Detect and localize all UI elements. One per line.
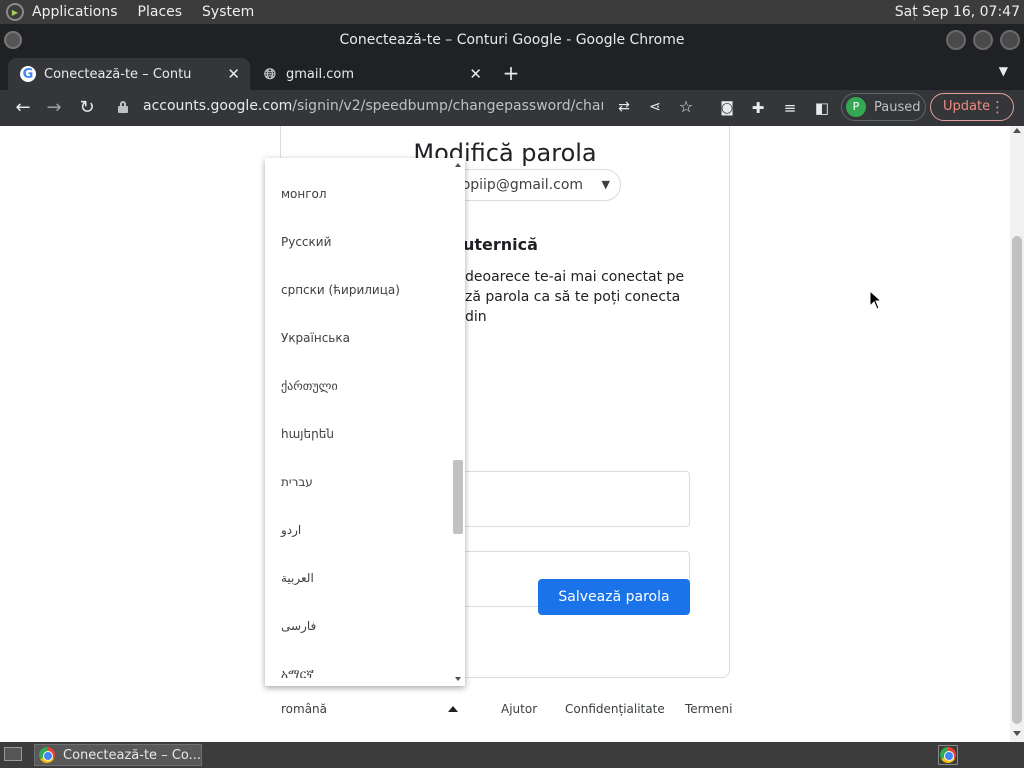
tab-google-signin[interactable]: G Conectează-te – Conturi Google ✕ — [8, 58, 250, 90]
menu-places[interactable]: Places — [138, 4, 183, 20]
close-tab-icon[interactable]: ✕ — [469, 65, 482, 83]
profile-paused-button[interactable]: P Paused — [841, 93, 926, 121]
language-option[interactable]: монгол — [281, 187, 327, 201]
system-panel: ▶ Applications Places System Sat Sep 16,… — [0, 0, 1024, 24]
language-option[interactable]: اردو — [281, 523, 301, 537]
close-tab-icon[interactable]: ✕ — [227, 65, 240, 83]
more-vert-icon[interactable]: ⋮ — [990, 94, 1005, 120]
language-option[interactable]: አማርኛ — [281, 667, 314, 682]
taskbar: Conectează-te – Co... — [0, 742, 1024, 768]
menu-applications[interactable]: Applications — [32, 4, 118, 20]
google-g-icon: G — [20, 66, 36, 82]
bookmark-star-icon[interactable]: ☆ — [674, 95, 698, 119]
profile-status: Paused — [874, 99, 921, 115]
menu-system[interactable]: System — [202, 4, 254, 20]
system-logo-icon[interactable]: ▶ — [6, 3, 24, 21]
browser-toolbar: ← → ↻ accounts.google.com/signin/v2/spee… — [0, 90, 1024, 126]
tab-search-chevron-icon[interactable]: ▼ — [999, 64, 1008, 78]
language-option[interactable]: العربية — [281, 571, 314, 585]
save-password-button[interactable]: Salvează parola — [538, 579, 690, 615]
tab-label: gmail.com — [286, 66, 355, 82]
page-content: Modifică parola copiip@gmail.com ▼ utern… — [0, 126, 1010, 742]
language-option[interactable]: עברית — [281, 475, 313, 489]
close-window-button[interactable] — [1000, 30, 1020, 50]
tab-strip: G Conectează-te – Conturi Google ✕ 🌐︎ gm… — [0, 56, 1024, 90]
page-footer: română Ajutor Confidențialitate Termeni — [0, 700, 1010, 730]
new-tab-button[interactable]: + — [500, 62, 522, 84]
tab-label: Conectează-te – Conturi Google — [44, 66, 192, 82]
side-panel-icon[interactable]: ◧ — [810, 96, 834, 120]
mouse-cursor-icon — [869, 290, 883, 310]
dropdown-scroll-down-icon[interactable] — [455, 677, 461, 681]
maximize-button[interactable] — [973, 30, 993, 50]
media-control-icon[interactable]: ≡ — [778, 96, 802, 120]
dropdown-scroll-thumb[interactable] — [453, 460, 463, 534]
taskbar-window-label: Conectează-te – Co... — [63, 747, 202, 763]
reload-icon[interactable]: ↻ — [75, 96, 99, 120]
language-selector[interactable]: română — [281, 702, 327, 716]
lock-icon[interactable] — [118, 101, 128, 113]
new-password-input[interactable] — [441, 471, 690, 527]
language-option[interactable]: հայերեն — [281, 427, 334, 441]
update-label: Update — [943, 99, 991, 114]
chrome-icon — [39, 747, 55, 763]
puzzle-extensions-icon[interactable]: ✚ — [746, 96, 770, 120]
description-text: deoarece te-ai mai conectat pe ză parola… — [465, 269, 685, 325]
update-button[interactable]: Update ⋮ — [930, 93, 1014, 121]
window-title: Conectează-te – Conturi Google - Google … — [339, 32, 685, 48]
dropdown-scrollbar[interactable] — [451, 158, 465, 686]
window-menu-icon[interactable] — [4, 31, 22, 49]
strength-heading: uternică — [463, 235, 538, 254]
clock[interactable]: Sat Sep 16, 07:47 — [895, 0, 1020, 24]
minimize-button[interactable] — [946, 30, 966, 50]
address-bar[interactable]: accounts.google.com/signin/v2/speedbump/… — [108, 93, 708, 123]
chevron-down-icon: ▼ — [601, 178, 610, 191]
avatar: P — [846, 97, 866, 117]
language-dropdown[interactable]: монгол Русский српски (ћирилица) Українс… — [265, 158, 465, 686]
page-scrollbar[interactable] — [1010, 126, 1024, 742]
scroll-down-icon[interactable] — [1013, 731, 1021, 736]
back-arrow-icon[interactable]: ← — [11, 96, 35, 120]
account-chip[interactable]: copiip@gmail.com ▼ — [441, 169, 621, 201]
scroll-thumb[interactable] — [1012, 236, 1022, 724]
language-option[interactable]: Українська — [281, 331, 350, 345]
terms-link[interactable]: Termeni — [685, 702, 732, 716]
account-email: copiip@gmail.com — [454, 177, 584, 193]
language-option[interactable]: српски (ћирилица) — [281, 283, 400, 297]
extension-icon[interactable]: ◙ — [715, 96, 739, 120]
dropdown-scroll-up-icon[interactable] — [455, 163, 461, 167]
caret-up-icon[interactable] — [448, 706, 458, 712]
tray-chrome-icon[interactable] — [938, 745, 958, 765]
language-option[interactable]: فارسی — [281, 619, 316, 633]
url-text[interactable]: accounts.google.com/signin/v2/speedbump/… — [143, 98, 603, 114]
window-titlebar: Conectează-te – Conturi Google - Google … — [0, 24, 1024, 56]
forward-arrow-icon[interactable]: → — [42, 96, 66, 120]
language-option[interactable]: Русский — [281, 235, 331, 249]
globe-icon: 🌐︎ — [263, 65, 276, 83]
share-icon[interactable]: ⋖ — [643, 95, 667, 119]
show-desktop-icon[interactable] — [4, 747, 22, 761]
taskbar-window-chrome[interactable]: Conectează-te – Co... — [34, 744, 202, 766]
language-option[interactable]: ქართული — [281, 379, 338, 393]
help-link[interactable]: Ajutor — [501, 702, 537, 716]
privacy-link[interactable]: Confidențialitate — [565, 702, 665, 716]
translate-icon[interactable]: ⇄ — [612, 95, 636, 119]
scroll-up-icon[interactable] — [1013, 128, 1021, 133]
chrome-icon — [940, 747, 956, 763]
tab-gmail[interactable]: 🌐︎ gmail.com ✕ — [250, 58, 492, 90]
